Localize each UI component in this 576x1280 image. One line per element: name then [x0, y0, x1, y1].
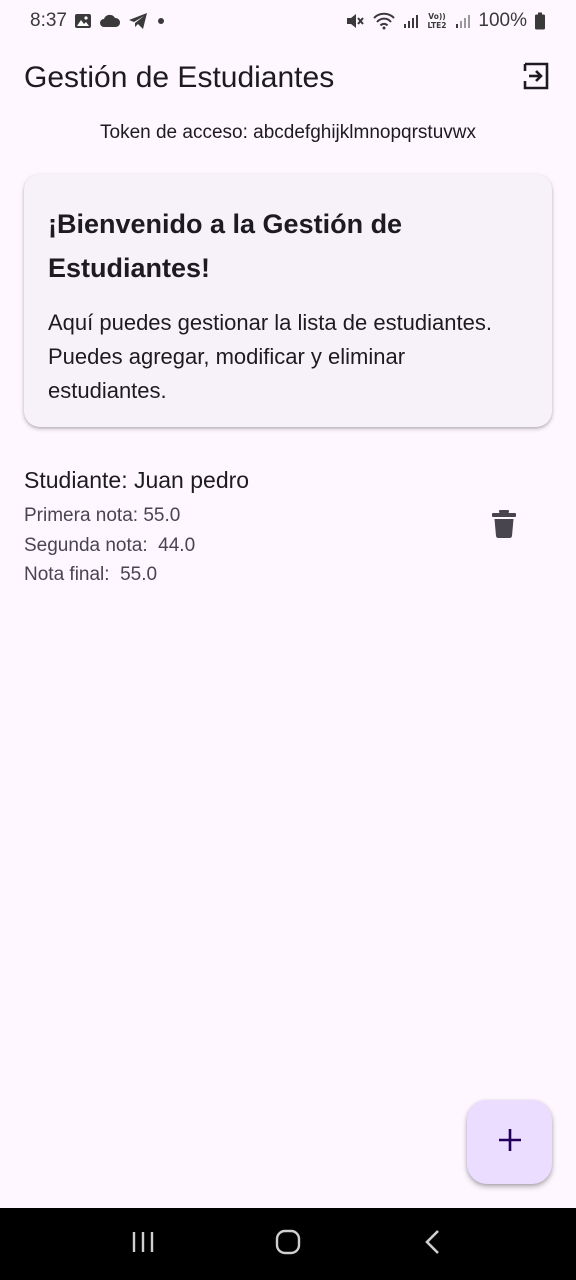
- recent-apps-button[interactable]: [113, 1219, 173, 1269]
- home-button[interactable]: [258, 1219, 318, 1269]
- status-time: 8:37: [30, 10, 67, 31]
- home-icon: [274, 1228, 302, 1261]
- plus-icon: [497, 1127, 523, 1158]
- student-grade1: Primera nota: 55.0: [24, 505, 181, 526]
- trash-icon: [491, 509, 517, 544]
- status-left: 8:37: [30, 10, 167, 32]
- welcome-card-body: Aquí puedes gestionar la lista de estudi…: [48, 310, 492, 403]
- battery-icon: [534, 12, 546, 30]
- volte-icon: Vo)) LTE2: [426, 11, 448, 31]
- svg-text:LTE2: LTE2: [428, 21, 447, 30]
- status-right: Vo)) LTE2 100%: [345, 10, 546, 32]
- student-grades: Primera nota: 55.0 Segunda nota: 44.0 No…: [24, 501, 552, 590]
- cloud-icon: [99, 13, 121, 29]
- student-final-grade: Nota final: 55.0: [24, 564, 158, 585]
- delete-student-button[interactable]: [484, 506, 524, 546]
- signal-icon: [403, 13, 419, 29]
- back-icon: [423, 1228, 443, 1261]
- system-nav-bar: [0, 1208, 576, 1280]
- signal2-icon: [455, 13, 471, 29]
- recent-apps-icon: [130, 1229, 156, 1260]
- page-title: Gestión de Estudiantes: [24, 61, 335, 94]
- add-student-button[interactable]: [467, 1100, 552, 1184]
- access-token-text: Token de acceso: abcdefghijklmnopqrstuvw…: [100, 122, 476, 143]
- dot-icon: [155, 15, 167, 27]
- image-icon: [74, 12, 92, 30]
- student-name: Studiante: Juan pedro: [24, 467, 250, 493]
- mute-icon: [345, 12, 365, 30]
- welcome-card: ¡Bienvenido a la Gestión de Estudiantes!…: [24, 174, 552, 427]
- student-grade2: Segunda nota: 44.0: [24, 534, 196, 556]
- back-button[interactable]: [403, 1219, 463, 1269]
- wifi-icon: [372, 12, 396, 30]
- logout-button[interactable]: [516, 58, 556, 98]
- status-bar: 8:37 Vo)) LTE2 100%: [0, 0, 576, 42]
- telegram-icon: [128, 12, 148, 30]
- welcome-card-title: ¡Bienvenido a la Gestión de Estudiantes!: [48, 209, 403, 283]
- logout-icon: [521, 61, 551, 96]
- svg-text:Vo)): Vo)): [429, 12, 446, 21]
- app-bar: Gestión de Estudiantes: [0, 50, 576, 106]
- battery-text: 100%: [478, 10, 527, 31]
- list-item[interactable]: Studiante: Juan pedro Primera nota: 55.0…: [24, 464, 552, 594]
